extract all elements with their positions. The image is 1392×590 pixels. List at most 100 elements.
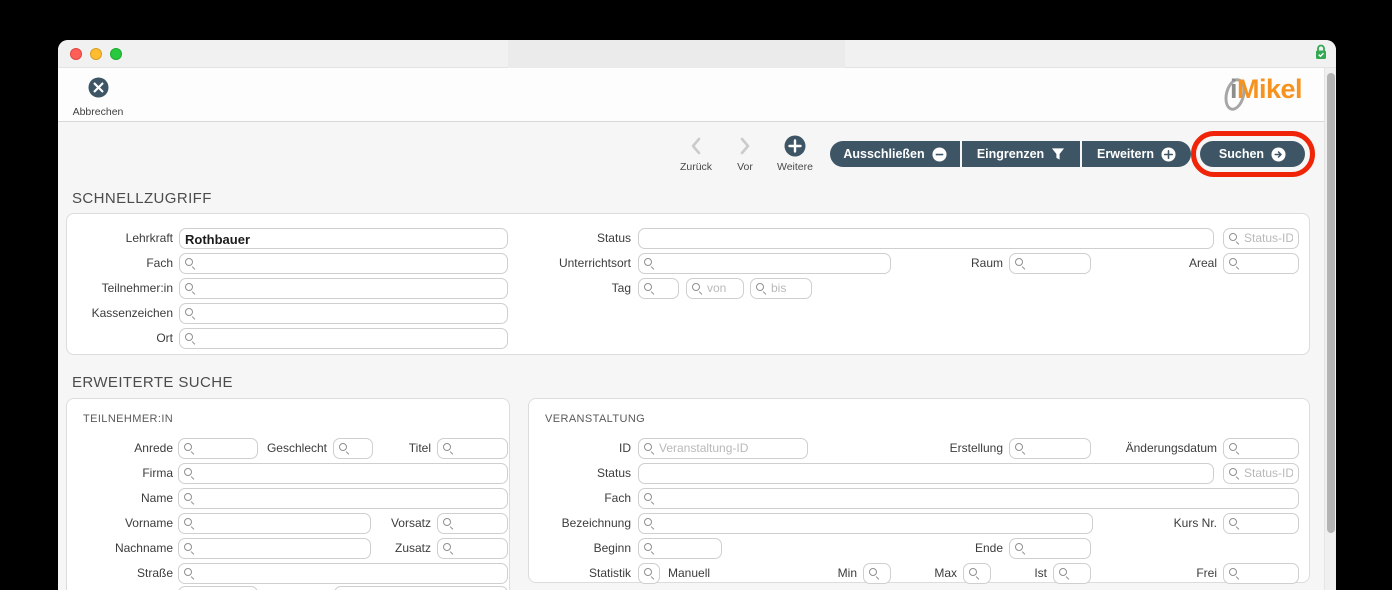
titel-field[interactable]: [437, 438, 508, 459]
event-fach-field[interactable]: [638, 488, 1299, 509]
event-status-input[interactable]: [644, 467, 1208, 480]
kassenzeichen-label: Kassenzeichen: [67, 303, 173, 324]
ort-input[interactable]: [200, 332, 502, 345]
tag-bis-field[interactable]: [750, 278, 812, 299]
ist-field[interactable]: [1053, 563, 1091, 584]
name-field[interactable]: [178, 488, 508, 509]
unterrichtsort-label: Unterrichtsort: [501, 253, 631, 274]
scrollbar-thumb[interactable]: [1327, 73, 1335, 533]
fach-input[interactable]: [200, 257, 502, 270]
tag-bis-input[interactable]: [771, 282, 806, 295]
kurs-nr-input[interactable]: [1244, 517, 1293, 530]
aenderungsdatum-field[interactable]: [1223, 438, 1299, 459]
areal-input[interactable]: [1244, 257, 1293, 270]
bezeichnung-field[interactable]: [638, 513, 1093, 534]
strasse-input[interactable]: [199, 567, 502, 580]
search-icon: [184, 518, 195, 530]
event-status-id-input[interactable]: [1244, 467, 1293, 480]
event-id-field[interactable]: [638, 438, 808, 459]
search-icon: [1015, 258, 1026, 270]
search-icon: [185, 333, 196, 345]
vorname-label: Vorname: [67, 513, 173, 534]
lehrkraft-field[interactable]: [179, 228, 508, 249]
ort-field[interactable]: [179, 328, 508, 349]
kassenzeichen-input[interactable]: [200, 307, 502, 320]
search-icon: [1229, 258, 1240, 270]
name-input[interactable]: [199, 492, 502, 505]
zusatz-input[interactable]: [458, 542, 502, 555]
kurs-nr-field[interactable]: [1223, 513, 1299, 534]
event-id-input[interactable]: [659, 442, 802, 455]
titel-input[interactable]: [458, 442, 502, 455]
advanced-section-title: ERWEITERTE SUCHE: [72, 374, 233, 391]
tag-input[interactable]: [659, 282, 673, 295]
bezeichnung-label: Bezeichnung: [529, 513, 631, 534]
beginn-field[interactable]: [638, 538, 722, 559]
chevron-left-icon[interactable]: [688, 136, 704, 156]
plus-circle-icon[interactable]: [784, 135, 806, 157]
teilnehmer-label: Teilnehmer:in: [67, 278, 173, 299]
abbrechen-button[interactable]: Abbrechen: [70, 77, 126, 118]
max-label: Max: [887, 563, 957, 584]
teilnehmer-input[interactable]: [200, 282, 502, 295]
firma-field[interactable]: [178, 463, 508, 484]
lehrkraft-input[interactable]: [185, 232, 502, 247]
tag-von-field[interactable]: [686, 278, 744, 299]
status-id-input[interactable]: [1244, 232, 1293, 245]
close-window-button[interactable]: [70, 48, 82, 60]
status-id-field[interactable]: [1223, 228, 1299, 249]
firma-input[interactable]: [199, 467, 502, 480]
suchen-button[interactable]: Suchen: [1200, 141, 1305, 167]
beginn-input[interactable]: [659, 542, 716, 555]
tag-von-input[interactable]: [707, 282, 738, 295]
beginn-label: Beginn: [529, 538, 631, 559]
status-field[interactable]: [638, 228, 1214, 249]
titlebar[interactable]: [58, 40, 1336, 68]
minus-circle-icon: [932, 147, 947, 162]
vorsatz-field[interactable]: [437, 513, 508, 534]
search-icon: [184, 568, 195, 580]
event-status-id-field[interactable]: [1223, 463, 1299, 484]
ende-label: Ende: [913, 538, 1003, 559]
eingrenzen-button[interactable]: Eingrenzen: [962, 141, 1080, 167]
search-icon: [644, 258, 655, 270]
chevron-right-icon[interactable]: [737, 136, 753, 156]
raum-field[interactable]: [1009, 253, 1091, 274]
event-fach-input[interactable]: [659, 492, 1293, 505]
eingrenzen-label: Eingrenzen: [977, 147, 1044, 161]
erweitern-button[interactable]: Erweitern: [1082, 141, 1191, 167]
event-status-field[interactable]: [638, 463, 1214, 484]
teilnehmer-field[interactable]: [179, 278, 508, 299]
zoom-window-button[interactable]: [110, 48, 122, 60]
bezeichnung-input[interactable]: [659, 517, 1087, 530]
frei-input[interactable]: [1244, 567, 1293, 580]
vorsatz-input[interactable]: [458, 517, 502, 530]
search-icon: [644, 283, 655, 295]
kassenzeichen-field[interactable]: [179, 303, 508, 324]
ausschliessen-label: Ausschließen: [843, 147, 924, 161]
ende-input[interactable]: [1030, 542, 1085, 555]
erstellung-field[interactable]: [1009, 438, 1091, 459]
unterrichtsort-field[interactable]: [638, 253, 891, 274]
ausschliessen-button[interactable]: Ausschließen: [830, 141, 960, 167]
strasse-field[interactable]: [178, 563, 508, 584]
erstellung-input[interactable]: [1030, 442, 1085, 455]
raum-input[interactable]: [1030, 257, 1085, 270]
clipped-field[interactable]: [178, 586, 258, 590]
frei-field[interactable]: [1223, 563, 1299, 584]
ende-field[interactable]: [1009, 538, 1091, 559]
clipped-field[interactable]: [334, 586, 508, 590]
unterrichtsort-input[interactable]: [659, 257, 885, 270]
minimize-window-button[interactable]: [90, 48, 102, 60]
more-label: Weitere: [765, 161, 825, 173]
event-panel-title: VERANSTALTUNG: [545, 413, 645, 425]
areal-field[interactable]: [1223, 253, 1299, 274]
aenderungsdatum-input[interactable]: [1244, 442, 1293, 455]
status-input[interactable]: [644, 232, 1208, 245]
statistik-field[interactable]: [638, 563, 660, 584]
tag-field[interactable]: [638, 278, 679, 299]
scrollbar[interactable]: [1324, 68, 1336, 590]
zusatz-field[interactable]: [437, 538, 508, 559]
fach-field[interactable]: [179, 253, 508, 274]
search-icon: [869, 568, 880, 580]
